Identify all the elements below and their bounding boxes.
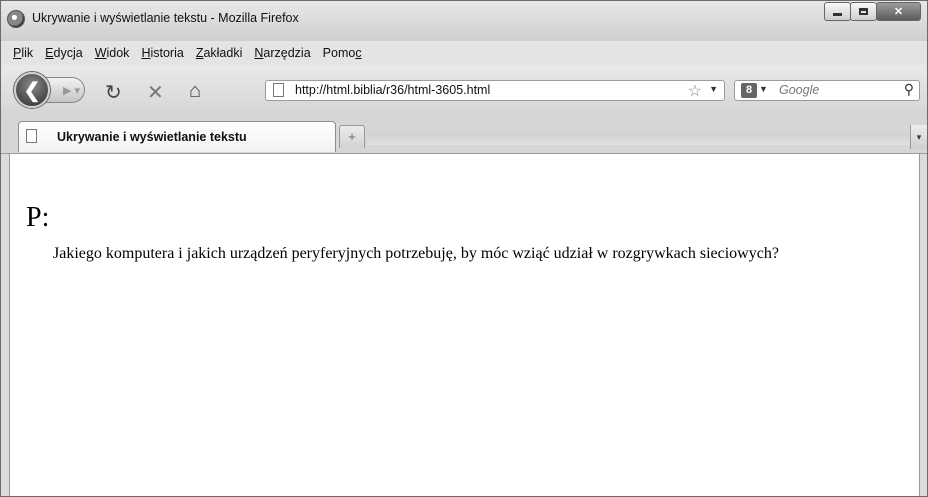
bookmark-star-icon[interactable]: ☆	[688, 81, 702, 101]
new-tab-button[interactable]: +	[339, 125, 365, 148]
stop-icon: ✕	[147, 82, 164, 104]
tab-bar: Ukrywanie i wyświetlanie tekstu + ▾	[1, 115, 927, 154]
chevron-down-icon: ▾	[916, 132, 922, 142]
url-text[interactable]: http://html.biblia/r36/html-3605.html	[295, 83, 490, 97]
page-content: P: Jakiego komputera i jakich urządzeń p…	[9, 154, 920, 496]
tab-title: Ukrywanie i wyświetlanie tekstu	[57, 130, 247, 144]
tab-list-button[interactable]: ▾	[910, 125, 927, 149]
home-icon: ⌂	[189, 80, 202, 102]
window-controls: ✕	[824, 2, 921, 21]
menu-narzedzia[interactable]: Narzędzia	[250, 44, 314, 62]
firefox-logo-icon	[7, 10, 25, 28]
tab-active[interactable]: Ukrywanie i wyświetlanie tekstu	[18, 121, 336, 152]
forward-arrow-icon: ▶ ▾	[62, 84, 80, 97]
reload-button[interactable]: ↻	[105, 80, 122, 105]
maximize-icon	[859, 8, 868, 15]
back-button[interactable]: ❮	[14, 72, 50, 108]
window-title: Ukrywanie i wyświetlanie tekstu - Mozill…	[32, 11, 299, 25]
maximize-button[interactable]	[850, 2, 877, 21]
reload-icon: ↻	[105, 82, 122, 104]
back-arrow-icon: ❮	[23, 79, 41, 102]
url-bar[interactable]: http://html.biblia/r36/html-3605.html ☆ …	[265, 80, 725, 101]
question-text: Jakiego komputera i jakich urządzeń pery…	[53, 245, 779, 262]
search-bar[interactable]: 8 ▼ Google ⚲	[734, 80, 920, 101]
search-icon[interactable]: ⚲	[904, 81, 914, 98]
search-engine-dropdown-icon[interactable]: ▼	[759, 84, 768, 94]
home-button[interactable]: ⌂	[189, 80, 201, 103]
close-icon: ✕	[893, 6, 904, 18]
navigation-toolbar: ▶ ▾ ❮ ↻ ✕ ⌂ http://html.biblia/r36/html-…	[1, 65, 927, 115]
search-engine-icon[interactable]: 8	[741, 83, 757, 98]
minimize-button[interactable]	[824, 2, 851, 21]
tab-page-icon	[26, 129, 37, 143]
url-history-dropdown-icon[interactable]: ▼	[709, 84, 718, 94]
page-identity-icon[interactable]	[273, 83, 284, 97]
menu-widok[interactable]: Widok	[91, 44, 134, 62]
menu-pomoc[interactable]: Pomoc	[319, 44, 366, 62]
title-bar: Ukrywanie i wyświetlanie tekstu - Mozill…	[1, 1, 927, 41]
browser-window: Ukrywanie i wyświetlanie tekstu - Mozill…	[0, 0, 928, 497]
close-button[interactable]: ✕	[876, 2, 921, 21]
question-heading: P:	[26, 202, 50, 233]
menu-historia[interactable]: Historia	[137, 44, 187, 62]
menu-zakladki[interactable]: Zakładki	[192, 44, 247, 62]
forward-button[interactable]: ▶ ▾	[45, 77, 85, 103]
menu-edycja[interactable]: Edycja	[41, 44, 87, 62]
menu-plik[interactable]: Plik	[9, 44, 37, 62]
stop-button[interactable]: ✕	[147, 80, 164, 105]
plus-icon: +	[348, 129, 356, 144]
minimize-icon	[833, 13, 842, 16]
search-input[interactable]: Google	[779, 83, 819, 97]
tab-strip-background	[367, 133, 909, 145]
menu-bar: Plik Edycja Widok Historia Zakładki Narz…	[1, 41, 927, 65]
